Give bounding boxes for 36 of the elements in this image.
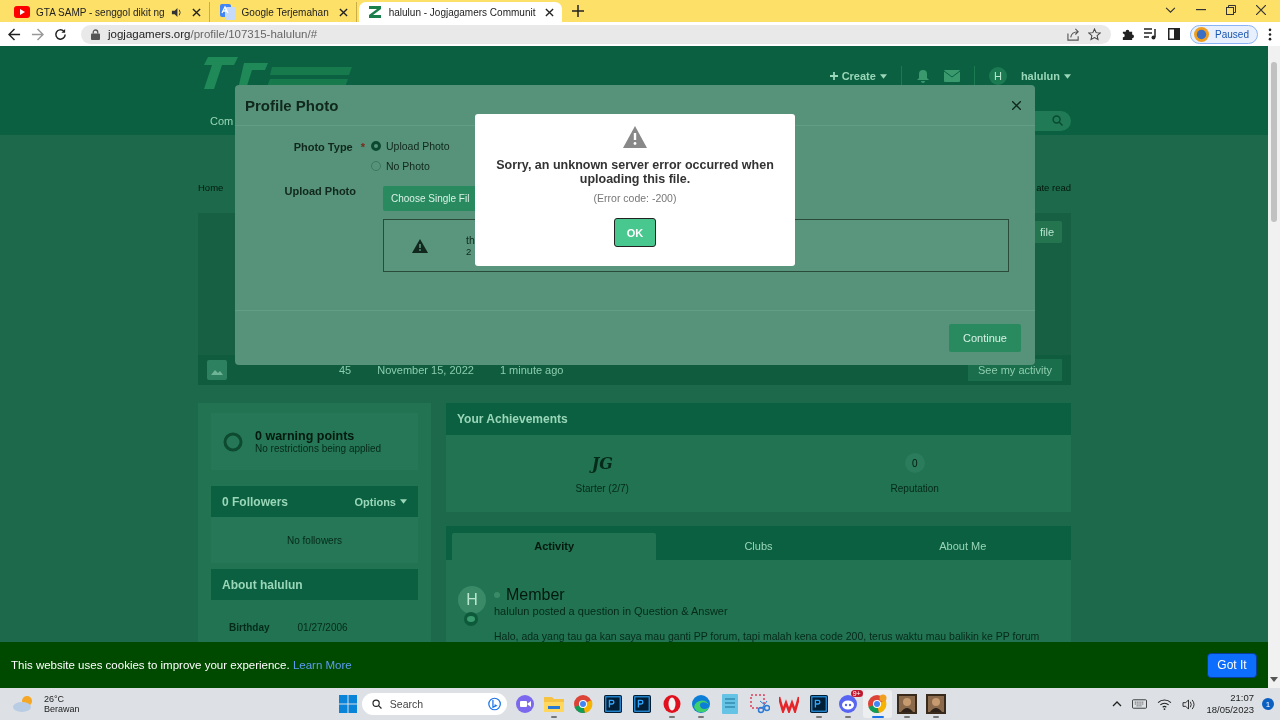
- field-label: Birthday: [229, 622, 270, 633]
- rank-label: Member: [506, 586, 565, 604]
- url-text: jogjagamers.org/profile/107315-halulun/#: [108, 28, 318, 40]
- profile-stat: 1 minute ago: [499, 364, 564, 376]
- warning-subtitle: No restrictions being applied: [255, 443, 382, 454]
- achievements-title: Your Achievements: [457, 412, 568, 426]
- tab-title: GTA SAMP - senggol dikit ng: [36, 6, 165, 18]
- reputation-count: 0: [904, 453, 925, 473]
- warning-title: 0 warning points: [255, 429, 356, 443]
- profile-stat: 45: [339, 364, 352, 376]
- activity-excerpt: Halo, ada yang tau ga kan saya mau ganti PP forum, tapi malah kena code 200, terus waktu mau balikin ke PP forum: [494, 630, 1040, 642]
- profile-stat: November 15, 2022: [377, 364, 474, 376]
- error-message: Sorry, an unknown server error occurred when uploading this file.: [495, 158, 775, 186]
- achievement-label: Starter (2/7): [575, 482, 629, 494]
- field-label: Upload Photo: [284, 185, 356, 199]
- followers-title: 0 Followers: [222, 494, 289, 509]
- file-size: 2: [466, 246, 473, 257]
- user-avatar: H: [458, 586, 486, 614]
- required-mark: *: [360, 141, 365, 155]
- about-title: About halulun: [222, 577, 303, 592]
- field-value: 01/27/2006: [297, 622, 348, 633]
- badge-logo: JG: [591, 453, 613, 473]
- time: 21:07: [1230, 692, 1254, 704]
- file-name: th: [466, 234, 475, 246]
- achievement-label: Reputation: [890, 483, 939, 494]
- weather-condition: Berawan: [44, 704, 80, 714]
- cookie-message: This website uses cookies to improve your experience. Learn More: [11, 659, 352, 671]
- dialog-title: Profile Photo: [245, 96, 339, 114]
- tab-title: halulun - Jogjagamers Communit: [388, 6, 536, 18]
- activity-summary: halulun posted a question in Question & Answer: [494, 605, 729, 617]
- empty-message: No followers: [211, 517, 418, 563]
- error-code: (Error code: -200): [593, 192, 677, 204]
- date: 18/05/2023: [1206, 704, 1254, 716]
- field-label: Photo Type: [293, 141, 353, 155]
- temperature: 26°C: [44, 694, 66, 704]
- tab-title: Google Terjemahan: [241, 6, 329, 18]
